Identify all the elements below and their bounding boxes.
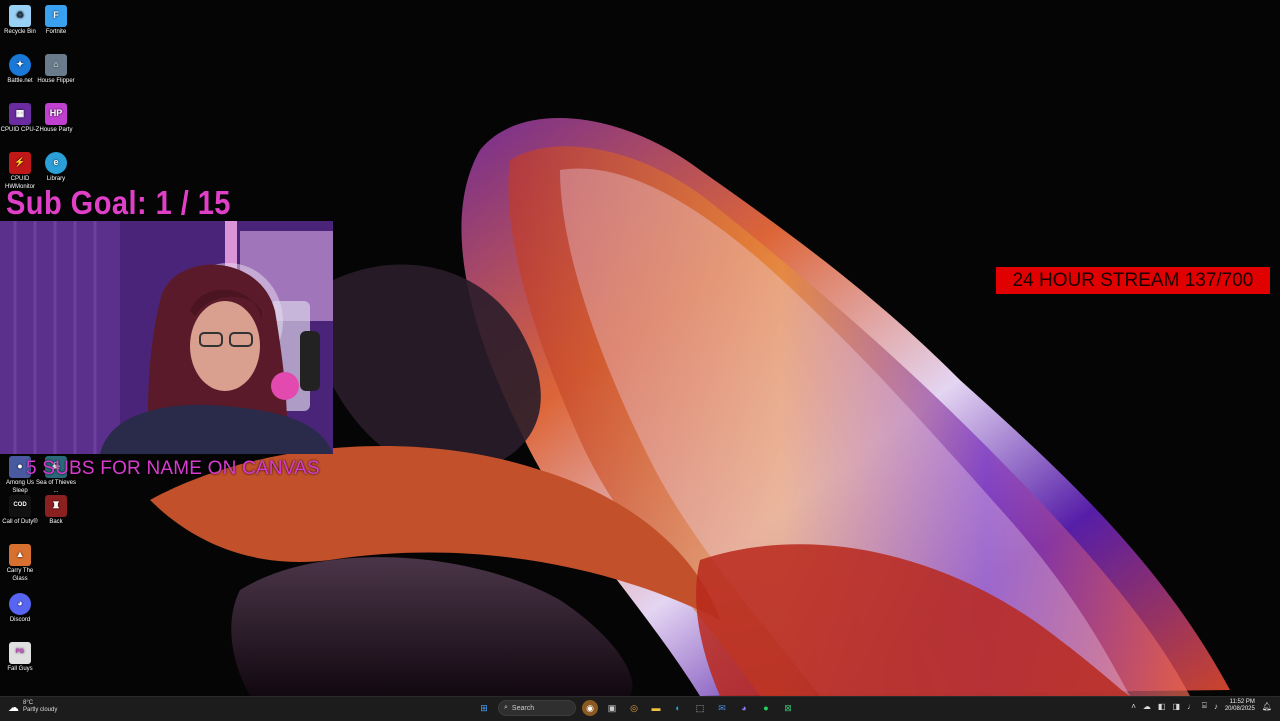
chevron-up-icon[interactable]: ˄ — [1131, 702, 1136, 711]
system-tray: ˄ ☁ ◧ ◨ ♩ ⌸ ♪ 11:52 PM 20/08/2025 🔔︎ — [1131, 699, 1272, 713]
search-icon: ⌕ — [504, 704, 508, 711]
fall-guys-icon: FG — [9, 642, 31, 664]
house-flipper-icon: ⌂ — [45, 54, 67, 76]
spotify-icon[interactable]: ● — [758, 700, 774, 716]
store-icon[interactable]: ⬚ — [692, 700, 708, 716]
desktop-icon-recycle-bin[interactable]: ♻ Recycle Bin — [0, 5, 40, 37]
microphone-icon[interactable]: ♩ — [1187, 702, 1195, 711]
volume-icon[interactable]: ♪ — [1214, 702, 1218, 711]
discord-icon: ◕ — [9, 593, 31, 615]
tray-app2-icon[interactable]: ◨ — [1172, 702, 1180, 711]
tray-app-icon[interactable]: ◧ — [1158, 702, 1166, 711]
notification-bell-icon[interactable]: 🔔︎ — [1262, 702, 1272, 711]
hwmonitor-icon: ⚡ — [9, 152, 31, 174]
desktop-icon-battlenet[interactable]: ✦ Battle.net — [0, 54, 40, 86]
xbox-icon[interactable]: ⊠ — [780, 700, 796, 716]
discord-taskbar-icon[interactable]: ◕ — [736, 700, 752, 716]
edge-taskbar-icon[interactable]: ◐ — [670, 700, 686, 716]
clock-time: 11:52 PM — [1229, 699, 1255, 705]
webcam-image — [0, 221, 333, 454]
webcam-feed — [0, 221, 333, 454]
stream-progress-banner: 24 HOUR STREAM 137/700 — [996, 267, 1270, 294]
carry-the-glass-icon: ▲ — [9, 544, 31, 566]
file-explorer-icon[interactable]: ▬ — [648, 700, 664, 716]
desktop-icon-back[interactable]: ♜ Back — [36, 495, 76, 527]
desktop-icon-call-of-duty[interactable]: COD Call of Duty® — [0, 495, 40, 527]
fortnite-icon: F — [45, 5, 67, 27]
back-icon: ♜ — [45, 495, 67, 517]
subs-for-name-overlay: 5 SUBS FOR NAME ON CANVAS — [26, 458, 320, 479]
task-view-icon[interactable]: ▣ — [604, 700, 620, 716]
weather-cloud-icon: ☁ — [8, 701, 19, 714]
call-of-duty-icon: COD — [9, 495, 31, 517]
taskbar-center: ⊞ ⌕ Search ◉ ▣ ◎ ▬ ◐ ⬚ ✉ ◕ ● ⊠ — [476, 700, 796, 716]
taskbar-search[interactable]: ⌕ Search — [498, 700, 576, 716]
desktop-icon-fall-guys[interactable]: FG Fall Guys — [0, 642, 40, 674]
desktop-icon-house-flipper[interactable]: ⌂ House Flipper — [36, 54, 76, 86]
recycle-bin-icon: ♻ — [9, 5, 31, 27]
desktop-icon-discord[interactable]: ◕ Discord — [0, 593, 40, 625]
outlook-icon[interactable]: ✉ — [714, 700, 730, 716]
desktop-icon-library[interactable]: e Library — [36, 152, 76, 184]
taskbar: ☁ 8°C Partly cloudy ⊞ ⌕ Search ◉ ▣ ◎ ▬ ◐… — [0, 696, 1280, 721]
weather-desc: Partly cloudy — [23, 707, 58, 713]
desktop-icon-carry-the-glass[interactable]: ▲ Carry The Glass — [0, 544, 40, 583]
search-placeholder: Search — [511, 704, 535, 712]
battlenet-icon: ✦ — [9, 54, 31, 76]
network-icon[interactable]: ⌸ — [1202, 701, 1207, 711]
sub-goal-overlay: Sub Goal: 1 / 15 — [6, 184, 231, 221]
weather-widget[interactable]: ☁ 8°C Partly cloudy — [8, 700, 57, 714]
weather-temp: 8°C — [23, 700, 34, 706]
start-button[interactable]: ⊞ — [476, 700, 492, 716]
desktop-icon-fortnite[interactable]: F Fortnite — [36, 5, 76, 37]
house-party-icon: HP — [45, 103, 67, 125]
clock-date: 20/08/2025 — [1224, 706, 1255, 712]
chrome-icon[interactable]: ◎ — [626, 700, 642, 716]
desktop-icon-house-party[interactable]: HP House Party — [36, 103, 76, 135]
copilot-icon[interactable]: ◉ — [582, 700, 598, 716]
edge-icon: e — [45, 152, 67, 174]
cpuz-icon: ▦ — [9, 103, 31, 125]
desktop-icon-cpuz[interactable]: ▦ CPUID CPU-Z — [0, 103, 40, 135]
taskbar-clock[interactable]: 11:52 PM 20/08/2025 — [1225, 699, 1255, 713]
cloud-sync-icon[interactable]: ☁ — [1143, 702, 1151, 711]
